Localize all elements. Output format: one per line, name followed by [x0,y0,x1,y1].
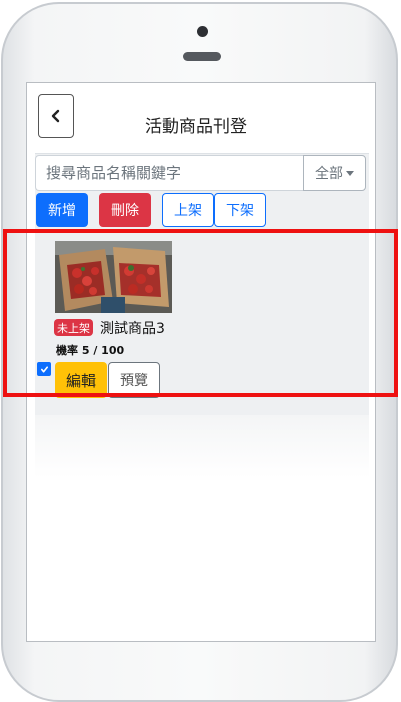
search-bar: 全部 [35,155,369,191]
list-button[interactable]: 上架 [162,193,214,227]
filter-dropdown[interactable]: 全部 [303,155,366,191]
app-container: 活動商品刊登 全部 新增 刪除 上架 下架 [35,91,369,415]
unlist-button[interactable]: 下架 [214,193,266,227]
strawberry-boxes-image [55,241,172,313]
page-header: 活動商品刊登 [35,91,369,154]
check-icon [40,365,48,373]
product-checkbox[interactable] [37,362,51,376]
back-button[interactable] [38,94,74,138]
speaker-grille [183,52,221,61]
phone-frame: 活動商品刊登 全部 新增 刪除 上架 下架 [1,2,398,702]
search-input[interactable] [35,155,303,191]
phone-screen: 活動商品刊登 全部 新增 刪除 上架 下架 [26,82,376,642]
preview-button[interactable]: 預覽 [108,362,160,398]
empty-area [35,415,369,625]
filter-label: 全部 [315,166,343,182]
chevron-left-icon [51,109,60,123]
add-button[interactable]: 新增 [36,193,88,227]
product-name: 測試商品3 [100,321,165,337]
delete-button[interactable]: 刪除 [99,193,151,227]
probability-label: 機率 5 / 100 [56,344,125,357]
caret-down-icon [346,170,354,176]
product-thumbnail[interactable] [55,241,172,313]
product-card: 未上架 測試商品3 機率 5 / 100 編輯 預覽 [35,237,369,415]
edit-button[interactable]: 編輯 [55,362,107,398]
status-badge: 未上架 [54,319,93,336]
page-title: 活動商品刊登 [145,117,247,137]
front-camera [197,26,208,37]
